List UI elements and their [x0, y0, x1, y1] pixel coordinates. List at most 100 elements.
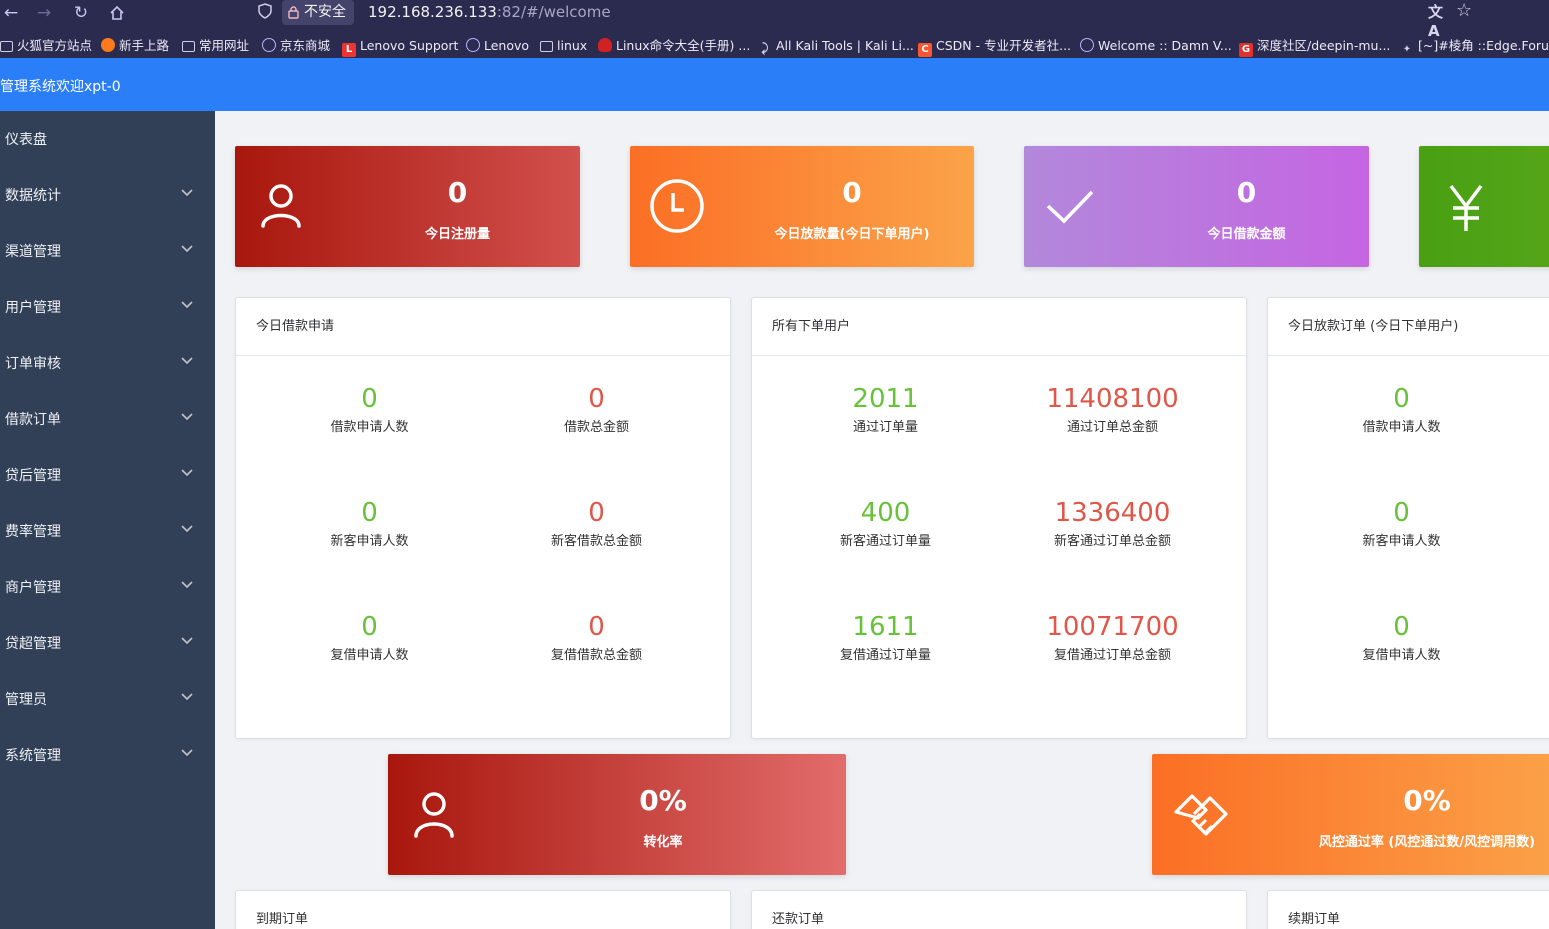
sidebar-item-rates[interactable]: 费率管理	[0, 503, 215, 559]
sidebar-item-users[interactable]: 用户管理	[0, 279, 215, 335]
metric: 11408100 通过订单总金额	[999, 384, 1226, 435]
sidebar-item-loan-market[interactable]: 贷超管理	[0, 615, 215, 671]
stat-card-registrations[interactable]: 0 今日注册量	[235, 146, 580, 267]
sidebar-item-merchants[interactable]: 商户管理	[0, 559, 215, 615]
metric-label: 新客通过订单总金额	[1053, 534, 1171, 549]
chevron-down-icon	[181, 469, 193, 477]
stat-card-loan-amount[interactable]: 0 今日借款金额	[1024, 146, 1369, 267]
bookmark-label: [~]#棱角 ::Edge.Foru...	[1418, 38, 1549, 53]
chevron-down-icon	[181, 749, 193, 757]
metric-value: 11408100	[1046, 384, 1179, 414]
bookmark-item[interactable]: linux	[540, 34, 587, 58]
insecure-badge[interactable]: 不安全	[282, 0, 354, 25]
folder-icon	[182, 41, 195, 52]
rate-label: 风控通过率 (风控通过数/风控调用数)	[1318, 835, 1536, 850]
globe-icon	[466, 38, 480, 52]
bookmark-item[interactable]: C CSDN - 专业开发者社...	[918, 34, 1071, 58]
home-icon[interactable]	[106, 2, 128, 24]
metric-value: 400	[860, 498, 911, 528]
stat-value: 0	[842, 176, 862, 209]
metric-label: 复借借款总金额	[550, 648, 642, 663]
globe-icon	[262, 38, 276, 52]
metric: 1336400 新客通过订单总金额	[999, 498, 1226, 549]
metric: 0 复借申请人数	[256, 612, 483, 663]
bookmark-item[interactable]: 京东商城	[262, 34, 330, 58]
bookmark-star-icon[interactable]: ☆	[1456, 0, 1476, 24]
stat-card-disbursements[interactable]: 0 今日放款量(今日下单用户)	[630, 146, 974, 267]
conversion-rate-card[interactable]: 0% 转化率	[388, 754, 846, 875]
insecure-label: 不安全	[304, 4, 346, 20]
bookmark-label: All Kali Tools | Kali Li...	[776, 38, 914, 53]
metric-value: 0	[361, 612, 378, 642]
stat-label: 今日借款金额	[1207, 227, 1286, 242]
url-text[interactable]: 192.168.236.133:82/#/welcome	[368, 0, 611, 25]
bookmark-item[interactable]: 常用网址	[182, 34, 249, 58]
panel-title: 今日放款订单 (今日下单用户)	[1268, 298, 1549, 356]
panel-today-disbursed-orders: 今日放款订单 (今日下单用户) 0 借款申请人数 0 新客申请人数 0 复借申请人数	[1267, 297, 1549, 739]
metric-label: 复借通过订单总金额	[1053, 648, 1171, 663]
panel-title: 所有下单用户	[752, 298, 1246, 356]
sidebar-item-system[interactable]: 系统管理	[0, 727, 215, 783]
bookmark-item[interactable]: Linux命令大全(手册) ...	[598, 34, 750, 58]
sidebar-item-label: 仪表盘	[5, 132, 47, 148]
metric-value: 10071700	[1046, 612, 1179, 642]
translate-icon[interactable]: 文A	[1428, 1, 1448, 40]
metric-value: 0	[588, 612, 605, 642]
sidebar-item-channels[interactable]: 渠道管理	[0, 223, 215, 279]
bookmarks-bar: 火狐官方站点 新手上路 常用网址 京东商城 L Lenovo Support Le…	[0, 34, 1549, 58]
sidebar-item-post-loan[interactable]: 贷后管理	[0, 447, 215, 503]
metric-label: 借款总金额	[563, 420, 629, 435]
clock-icon	[650, 179, 704, 233]
metric-value: 0	[588, 384, 605, 414]
reload-icon[interactable]: ↻	[70, 2, 92, 24]
metric: 1611 复借通过订单量	[772, 612, 999, 663]
metric: 0 新客借款总金额	[483, 498, 710, 549]
bookmark-item[interactable]: G 深度社区/deepin-mu...	[1239, 34, 1390, 58]
stat-value: 0	[447, 176, 468, 209]
deepin-icon: G	[1239, 43, 1253, 57]
bookmark-item[interactable]: Lenovo	[466, 34, 529, 58]
bookmark-item[interactable]: ⤸ All Kali Tools | Kali Li...	[758, 34, 914, 58]
back-icon[interactable]: ←	[0, 2, 22, 24]
metric: 0 新客申请人数	[1288, 498, 1515, 549]
sidebar-item-loan-orders[interactable]: 借款订单	[0, 391, 215, 447]
sidebar-item-order-review[interactable]: 订单审核	[0, 335, 215, 391]
shield-icon[interactable]	[258, 3, 274, 21]
chevron-down-icon	[181, 189, 193, 197]
sidebar-item-label: 商户管理	[5, 580, 61, 596]
kali-icon: ⤸	[761, 41, 769, 55]
bookmark-label: 深度社区/deepin-mu...	[1257, 38, 1391, 53]
user-icon	[414, 792, 454, 838]
bookmark-item[interactable]: L Lenovo Support	[342, 34, 458, 58]
chevron-down-icon	[181, 693, 193, 701]
bookmark-item[interactable]: Welcome :: Damn V...	[1080, 34, 1232, 58]
sidebar-item-dashboard[interactable]: 仪表盘	[0, 111, 215, 167]
panel-title: 今日借款申请	[236, 298, 730, 356]
stat-card-yen[interactable]	[1419, 146, 1549, 267]
sidebar-item-label: 用户管理	[5, 300, 61, 316]
sidebar-item-statistics[interactable]: 数据统计	[0, 167, 215, 223]
browser-toolbar: ← → ↻ 不安全 192.168.236.133:82/#/welcome 文…	[0, 0, 1549, 58]
bookmark-item[interactable]: 新手上路	[101, 34, 169, 58]
sidebar-item-label: 订单审核	[5, 356, 61, 372]
bookmark-item[interactable]: ✦ [~]#棱角 ::Edge.Foru...	[1400, 34, 1549, 58]
forward-icon[interactable]: →	[33, 2, 55, 24]
sidebar-item-admins[interactable]: 管理员	[0, 671, 215, 727]
handshake-icon	[1174, 794, 1228, 836]
bookmark-label: 常用网址	[199, 38, 250, 53]
metric-value: 0	[1393, 498, 1410, 528]
address-bar[interactable]: 不安全 192.168.236.133:82/#/welcome	[252, 0, 1502, 25]
bookmark-label: 火狐官方站点	[17, 38, 93, 53]
risk-pass-rate-card[interactable]: 0% 风控通过率 (风控通过数/风控调用数)	[1152, 754, 1549, 875]
bookmark-label: Linux命令大全(手册) ...	[616, 38, 751, 53]
panel-renewal-orders: 续期订单	[1267, 890, 1549, 929]
panel-title: 还款订单	[752, 891, 1246, 929]
rate-value: 0%	[1403, 784, 1451, 817]
panel-title: 续期订单	[1268, 891, 1549, 929]
chevron-down-icon	[181, 637, 193, 645]
bookmark-item[interactable]: 火狐官方站点	[0, 34, 92, 58]
metric-label: 复借申请人数	[1362, 648, 1441, 663]
chevron-down-icon	[181, 357, 193, 365]
metric-label: 通过订单量	[852, 420, 918, 435]
panel-repayment-orders: 还款订单	[751, 890, 1247, 929]
